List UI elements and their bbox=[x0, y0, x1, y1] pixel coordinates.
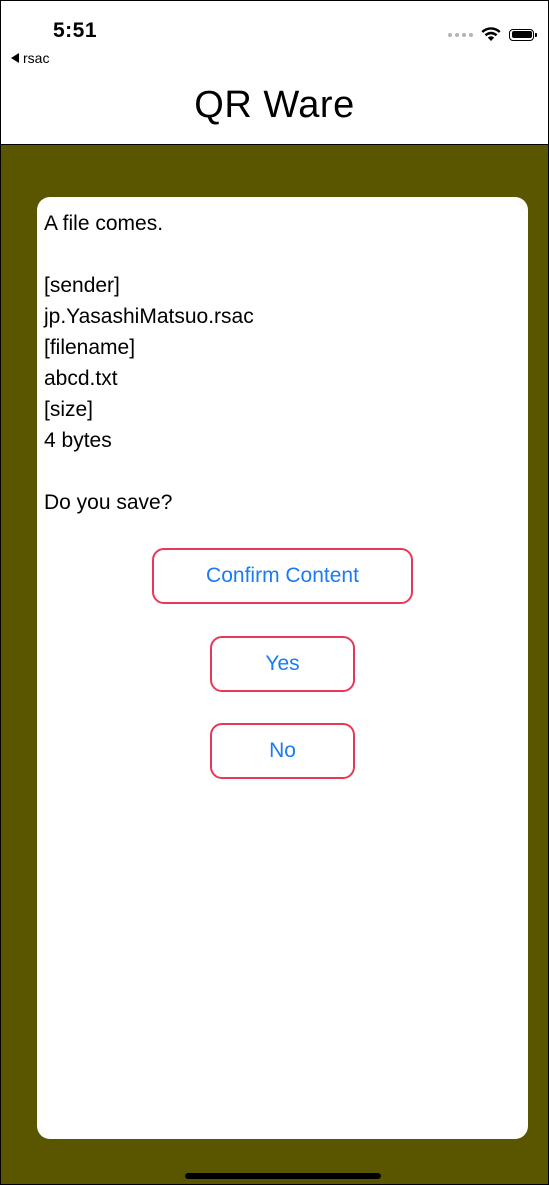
status-time: 5:51 bbox=[53, 19, 98, 42]
back-app-label: rsac bbox=[23, 50, 50, 66]
back-to-app-link[interactable]: rsac bbox=[11, 50, 49, 66]
no-button[interactable]: No bbox=[210, 723, 355, 779]
status-bar: 5:51 rsac bbox=[1, 1, 548, 71]
back-triangle-icon bbox=[11, 53, 19, 63]
file-received-dialog: A file comes. [sender] jp.YasashiMatsuo.… bbox=[37, 197, 528, 1139]
status-icons bbox=[448, 27, 537, 42]
page-title: QR Ware bbox=[194, 84, 355, 126]
file-info-message: A file comes. [sender] jp.YasashiMatsuo.… bbox=[44, 212, 254, 514]
confirm-content-button[interactable]: Confirm Content bbox=[152, 548, 413, 604]
yes-button[interactable]: Yes bbox=[210, 636, 355, 692]
wifi-icon bbox=[481, 27, 501, 41]
app-screen: 5:51 rsac QR Ware A file comes. [sender]… bbox=[0, 0, 549, 1185]
signal-icon bbox=[448, 32, 473, 37]
home-indicator[interactable] bbox=[185, 1173, 381, 1179]
battery-icon bbox=[509, 28, 537, 41]
